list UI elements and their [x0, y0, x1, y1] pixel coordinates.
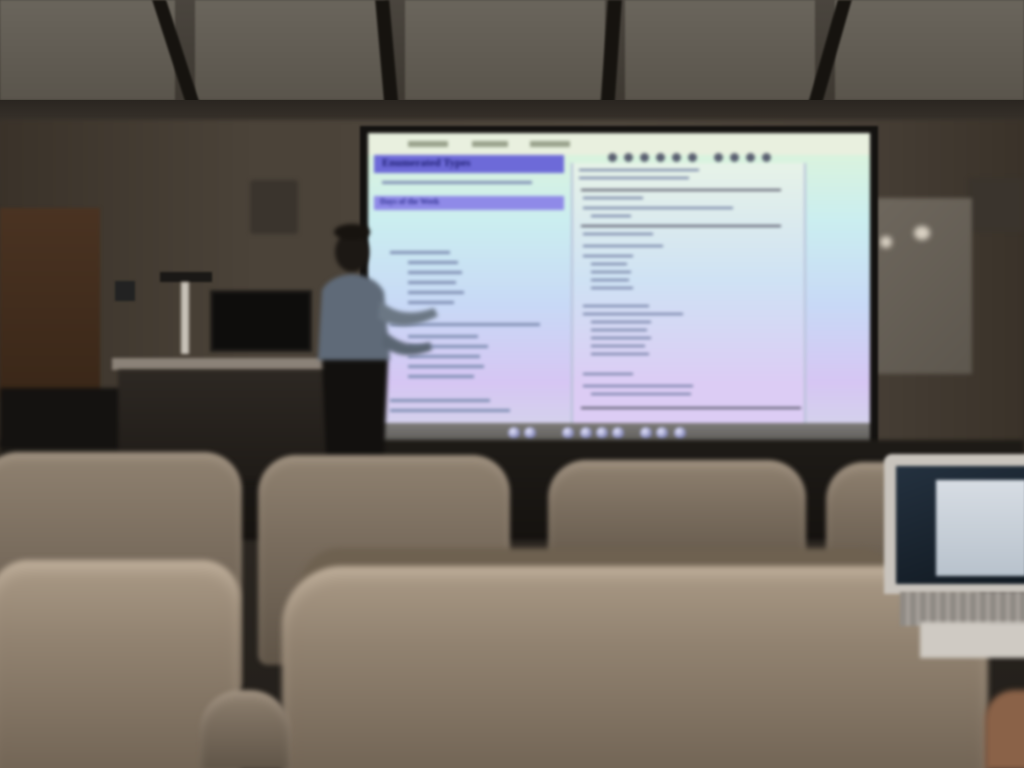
audience-hand — [985, 690, 1024, 768]
laptop-base — [920, 622, 1024, 658]
front-seat — [282, 566, 988, 768]
presenter-arm — [382, 330, 432, 356]
presenter-arm — [378, 300, 438, 326]
laptop-editor-window — [936, 480, 1024, 576]
presenter-legs — [322, 360, 388, 456]
seat-armrest — [200, 690, 290, 768]
laptop-screen — [896, 466, 1024, 584]
lecture-hall: Enumerated Types Days of the Week — [0, 0, 1024, 768]
presenter-hair — [334, 224, 370, 240]
laptop-keyboard — [900, 592, 1024, 626]
